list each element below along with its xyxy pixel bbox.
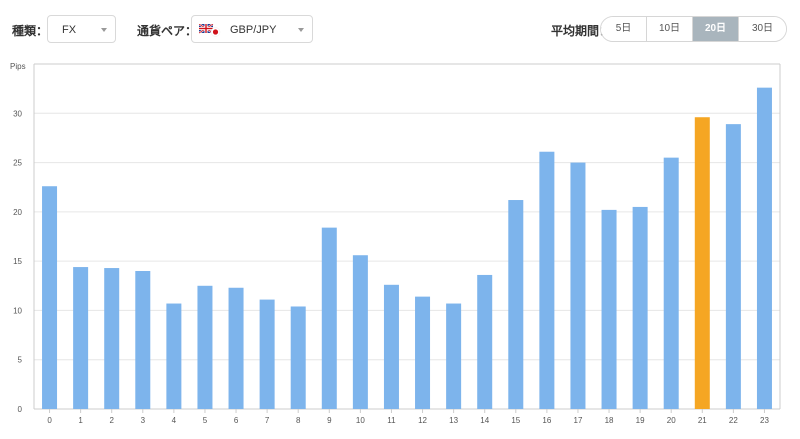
bar[interactable] (259, 299, 275, 409)
bar[interactable] (539, 151, 555, 409)
x-tick-label: 11 (387, 416, 396, 425)
bar[interactable] (383, 284, 399, 409)
x-tick-label: 19 (636, 416, 645, 425)
bar[interactable] (725, 124, 741, 409)
x-tick-label: 5 (203, 416, 208, 425)
bar[interactable] (135, 271, 151, 409)
chevron-down-icon (298, 28, 304, 32)
bar[interactable] (601, 209, 617, 409)
y-tick-labels: 0 5 10 15 20 25 30 (13, 109, 22, 414)
bar[interactable] (663, 157, 679, 409)
y-tick-label: 0 (18, 405, 23, 414)
x-tick-label: 6 (234, 416, 239, 425)
bar[interactable] (756, 87, 772, 410)
bar[interactable] (166, 303, 182, 409)
y-tick-label: 15 (13, 257, 22, 266)
period-5-button[interactable]: 5日 (601, 17, 647, 41)
period-button-group: 5日 10日 20日 30日 (600, 16, 787, 42)
y-tick-label: 10 (13, 306, 22, 315)
y-tick-label: 20 (13, 208, 22, 217)
x-tick-label: 14 (480, 416, 489, 425)
x-tick-label: 22 (729, 416, 738, 425)
y-tick-label: 30 (13, 109, 22, 118)
x-tick-label: 15 (511, 416, 520, 425)
period-30-button[interactable]: 30日 (739, 17, 786, 41)
x-tick-label: 9 (327, 416, 332, 425)
y-tick-label: 5 (18, 356, 23, 365)
x-tick-labels: 0 1 2 3 4 5 6 7 8 9 10 11 12 13 14 15 16 17 18 19 20 21 22 23 (47, 416, 769, 425)
y-axis-unit-label: Pips (10, 62, 26, 71)
type-select[interactable]: FX (47, 15, 116, 43)
bar[interactable] (197, 285, 213, 409)
bar[interactable] (694, 117, 710, 409)
pips-bar-chart: 051015202530 0 1 2 3 4 5 6 7 8 9 10 11 12 13 14 15 16 17 1… (10, 62, 781, 425)
x-tick-label: 4 (172, 416, 177, 425)
pair-select[interactable]: GBP/JPY (191, 15, 313, 43)
x-tick-label: 16 (542, 416, 551, 425)
bar[interactable] (228, 287, 244, 409)
x-tick-label: 0 (47, 416, 52, 425)
x-tick-label: 23 (760, 416, 769, 425)
x-tick-label: 10 (356, 416, 365, 425)
bar[interactable] (632, 206, 648, 409)
bar[interactable] (73, 267, 89, 409)
bar[interactable] (570, 162, 586, 409)
x-tick-label: 13 (449, 416, 458, 425)
x-tick-label: 20 (667, 416, 676, 425)
bars (42, 87, 772, 410)
x-tick-label: 12 (418, 416, 427, 425)
y-tick-label: 25 (13, 159, 22, 168)
x-tick-label: 18 (605, 416, 614, 425)
controls-bar: 種類： FX 通貨ペア： GBP/JPY 平均期間： 5日 10日 20日 30… (0, 0, 800, 56)
bar[interactable] (508, 200, 524, 409)
x-tick-label: 2 (109, 416, 114, 425)
bar[interactable] (104, 268, 120, 409)
pair-label: 通貨ペア： (137, 24, 198, 38)
chevron-down-icon (101, 28, 107, 32)
period-10-button[interactable]: 10日 (647, 17, 693, 41)
type-label: 種類： (12, 24, 49, 38)
gbp-jpy-flag-icon (199, 24, 221, 37)
x-tick-label: 3 (141, 416, 146, 425)
bar[interactable] (352, 255, 368, 409)
x-tick-label: 8 (296, 416, 301, 425)
x-tick-label: 21 (698, 416, 707, 425)
x-tick-label: 7 (265, 416, 270, 425)
x-tick-label: 1 (78, 416, 83, 425)
bar[interactable] (321, 227, 337, 409)
bar[interactable] (477, 274, 493, 409)
x-tick-label: 17 (574, 416, 583, 425)
bar[interactable] (42, 186, 58, 409)
bar[interactable] (415, 296, 431, 409)
type-select-value: FX (62, 24, 77, 36)
bar[interactable] (290, 306, 306, 409)
bar[interactable] (446, 303, 462, 409)
pair-select-value: GBP/JPY (230, 24, 277, 36)
period-20-button[interactable]: 20日 (693, 17, 739, 41)
